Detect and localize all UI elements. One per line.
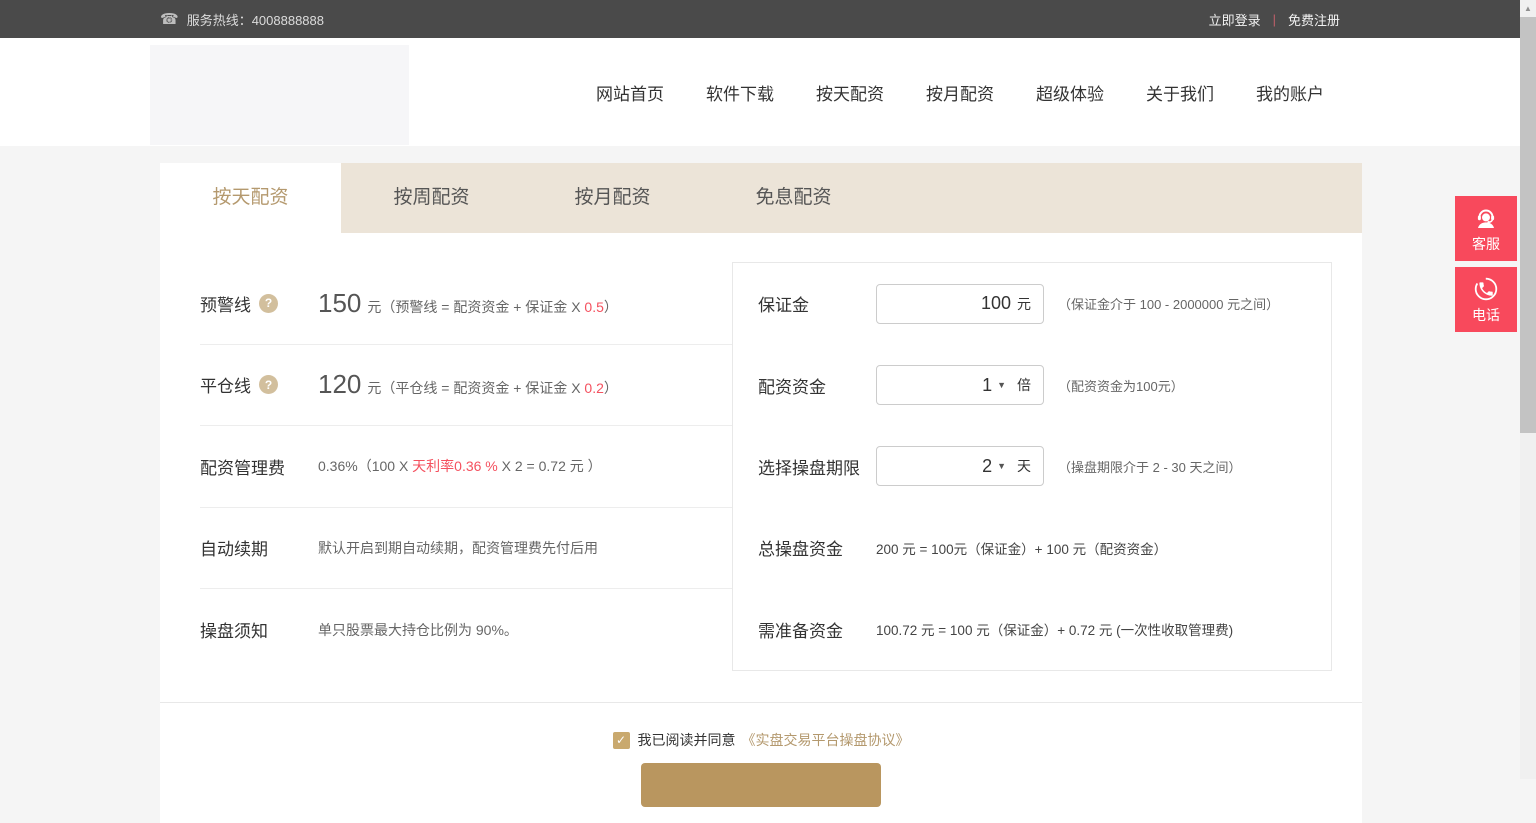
nav-item-daily[interactable]: 按天配资 xyxy=(816,80,884,105)
customer-service-label: 客服 xyxy=(1472,234,1500,254)
margin-row: 保证金 元 （保证金介于 100 - 2000000 元之间） xyxy=(733,263,1331,344)
total-capital-row: 总操盘资金 200 元 = 100元（保证金）+ 100 元（配资资金） xyxy=(733,507,1331,588)
margin-hint: （保证金介于 100 - 2000000 元之间） xyxy=(1058,294,1279,313)
management-fee-pre: 0.36%（100 X xyxy=(318,458,412,474)
duration-hint: （操盘期限介于 2 - 30 天之间） xyxy=(1058,457,1241,476)
warning-line-value: 150 元（预警线 = 配资资金 + 保证金 X 0.5） xyxy=(318,288,618,319)
leverage-hint: （配资资金为100元） xyxy=(1058,376,1184,395)
nav-item-about[interactable]: 关于我们 xyxy=(1146,80,1214,105)
agreement-row: ✓ 我已阅读并同意 《实盘交易平台操盘协议》 xyxy=(160,730,1362,750)
warning-line-formula: （预警线 = 配资资金 + 保证金 X xyxy=(381,299,584,315)
topbar: ☎ 服务热线：4008888888 立即登录 | 免费注册 xyxy=(0,0,1520,38)
management-fee-post: X 2 = 0.72 元 ） xyxy=(498,458,602,474)
topbar-account-links: 立即登录 | 免费注册 xyxy=(1209,10,1340,29)
register-link[interactable]: 免费注册 xyxy=(1288,10,1340,29)
total-capital-text: 200 元 = 100元（保证金）+ 100 元（配资资金） xyxy=(876,538,1167,558)
scrollbar: ▲ xyxy=(1520,0,1536,779)
close-line-unit: 元 xyxy=(367,380,381,396)
chevron-down-icon: ▼ xyxy=(997,461,1006,471)
required-funds-text: 100.72 元 = 100 元（保证金）+ 0.72 元 (一次性收取管理费) xyxy=(876,619,1233,639)
close-line-row: 平仓线 ? 120 元（平仓线 = 配资资金 + 保证金 X 0.2） xyxy=(200,345,732,427)
hotline-text: 服务热线：4008888888 xyxy=(187,10,324,29)
required-funds-row: 需准备资金 100.72 元 = 100 元（保证金）+ 0.72 元 (一次性… xyxy=(733,589,1331,670)
headset-icon xyxy=(1471,204,1501,232)
tab-daily[interactable]: 按天配资 xyxy=(160,163,341,233)
management-fee-value: 0.36%（100 X 天利率0.36 % X 2 = 0.72 元 ） xyxy=(318,456,602,476)
financing-card: 按天配资 按周配资 按月配资 免息配资 预警线 ? 150元（预警线 = 配资资… xyxy=(160,163,1362,823)
chevron-down-icon: ▼ xyxy=(997,380,1006,390)
phone-contact-label: 电话 xyxy=(1472,305,1500,325)
total-capital-label: 总操盘资金 xyxy=(758,535,876,560)
site-header: 网站首页 软件下载 按天配资 按月配资 超级体验 关于我们 我的账户 xyxy=(0,38,1520,146)
submit-button[interactable] xyxy=(641,763,881,807)
nav-item-experience[interactable]: 超级体验 xyxy=(1036,80,1104,105)
tab-monthly[interactable]: 按月配资 xyxy=(522,163,703,233)
main-nav: 网站首页 软件下载 按天配资 按月配资 超级体验 关于我们 我的账户 xyxy=(596,38,1324,146)
duration-row: 选择操盘期限 2 ▼ 天 （操盘期限介于 2 - 30 天之间） xyxy=(733,426,1331,507)
duration-value: 2 xyxy=(982,456,992,477)
duration-label: 选择操盘期限 xyxy=(758,454,876,479)
hotline: ☎ 服务热线：4008888888 xyxy=(160,10,324,29)
close-line-ratio: 0.2 xyxy=(584,380,603,396)
order-form-panel: 保证金 元 （保证金介于 100 - 2000000 元之间） 配资资金 1 ▼… xyxy=(732,262,1332,671)
daily-rate: 天利率0.36 % xyxy=(412,458,498,474)
tab-interest-free[interactable]: 免息配资 xyxy=(703,163,884,233)
agreement-checkbox[interactable]: ✓ xyxy=(613,732,630,749)
trading-notice-label: 操盘须知 xyxy=(200,617,268,642)
warning-line-amount: 150 xyxy=(318,288,361,318)
financing-tabs: 按天配资 按周配资 按月配资 免息配资 xyxy=(160,163,1362,233)
warning-line-label: 预警线 xyxy=(200,291,251,316)
nav-item-monthly[interactable]: 按月配资 xyxy=(926,80,994,105)
warning-line-ratio: 0.5 xyxy=(584,299,603,315)
nav-item-account[interactable]: 我的账户 xyxy=(1256,80,1324,105)
scrollbar-thumb[interactable] xyxy=(1520,17,1536,433)
trading-notice-text: 单只股票最大持仓比例为 90%。 xyxy=(318,620,518,640)
leverage-select[interactable]: 1 ▼ 倍 xyxy=(876,365,1044,405)
nav-item-home[interactable]: 网站首页 xyxy=(596,80,664,105)
divider xyxy=(160,702,1362,703)
scroll-up-arrow-icon[interactable]: ▲ xyxy=(1520,0,1536,16)
phone-icon xyxy=(1471,275,1501,303)
auto-renew-label: 自动续期 xyxy=(200,535,268,560)
customer-service-button[interactable]: 客服 xyxy=(1455,196,1517,261)
trading-notice-row: 操盘须知 单只股票最大持仓比例为 90%。 xyxy=(200,589,732,671)
phone-contact-button[interactable]: 电话 xyxy=(1455,267,1517,332)
tab-weekly[interactable]: 按周配资 xyxy=(341,163,522,233)
margin-input-box: 元 xyxy=(876,284,1044,324)
auto-renew-text: 默认开启到期自动续期，配资管理费先付后用 xyxy=(318,538,598,558)
warning-line-unit: 元 xyxy=(367,299,381,315)
close-line-formula-close: ） xyxy=(604,380,618,396)
margin-unit: 元 xyxy=(1017,294,1031,314)
login-link[interactable]: 立即登录 xyxy=(1209,10,1261,29)
phone-icon: ☎ xyxy=(160,10,179,28)
leverage-row: 配资资金 1 ▼ 倍 （配资资金为100元） xyxy=(733,344,1331,425)
required-funds-label: 需准备资金 xyxy=(758,617,876,642)
warning-line-row: 预警线 ? 150 元（预警线 = 配资资金 + 保证金 X 0.5） xyxy=(200,263,732,345)
close-line-value: 120 元（平仓线 = 配资资金 + 保证金 X 0.2） xyxy=(318,369,618,400)
nav-item-download[interactable]: 软件下载 xyxy=(706,80,774,105)
close-line-label: 平仓线 xyxy=(200,372,251,397)
leverage-unit: 倍 xyxy=(1017,375,1031,395)
duration-select[interactable]: 2 ▼ 天 xyxy=(876,446,1044,486)
margin-input[interactable] xyxy=(921,293,1011,314)
link-separator: | xyxy=(1273,12,1276,27)
logo xyxy=(150,45,409,145)
close-line-formula: （平仓线 = 配资资金 + 保证金 X xyxy=(381,380,584,396)
management-fee-row: 配资管理费 0.36%（100 X 天利率0.36 % X 2 = 0.72 元… xyxy=(200,426,732,508)
duration-unit: 天 xyxy=(1017,456,1031,476)
float-contact-stack: 客服 电话 xyxy=(1455,196,1517,338)
agreement-text: 我已阅读并同意 xyxy=(638,730,736,750)
close-line-amount: 120 xyxy=(318,369,361,399)
agreement-link[interactable]: 《实盘交易平台操盘协议》 xyxy=(742,730,910,750)
terms-panel: 预警线 ? 150元（预警线 = 配资资金 + 保证金 X 0.5） 平仓线 ?… xyxy=(200,263,732,671)
auto-renew-row: 自动续期 默认开启到期自动续期，配资管理费先付后用 xyxy=(200,508,732,590)
help-icon[interactable]: ? xyxy=(259,294,278,313)
leverage-value: 1 xyxy=(982,375,992,396)
warning-line-formula-close: ） xyxy=(604,299,618,315)
help-icon[interactable]: ? xyxy=(259,375,278,394)
margin-label: 保证金 xyxy=(758,291,876,316)
management-fee-label: 配资管理费 xyxy=(200,454,285,479)
leverage-label: 配资资金 xyxy=(758,373,876,398)
